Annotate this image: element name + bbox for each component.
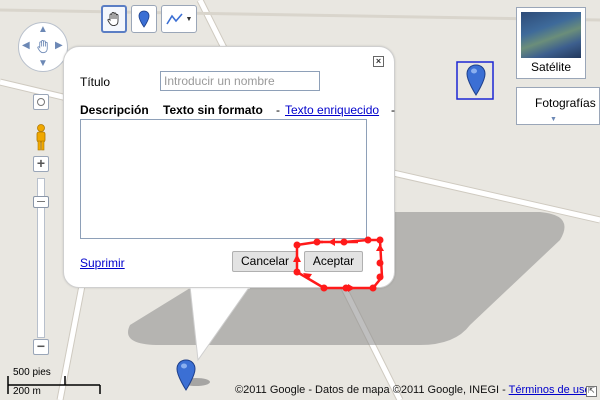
copyright-footer: ©2011 Google - Datos de mapa ©2011 Googl… — [235, 384, 591, 396]
circle-icon — [37, 98, 45, 106]
marker-icon — [138, 10, 150, 28]
rich-text-link[interactable]: Texto enriquecido — [285, 103, 379, 117]
line-tool-button[interactable]: ▼ — [161, 5, 197, 33]
plain-text-option[interactable]: Texto sin formato — [163, 103, 263, 117]
red-highlight-annotation — [293, 236, 384, 292]
description-textarea[interactable] — [80, 119, 367, 239]
pan-left-icon[interactable]: ◀ — [22, 40, 30, 51]
handle-grip — [37, 201, 45, 202]
title-label: Título — [80, 75, 111, 89]
satellite-button[interactable]: Satélite — [516, 7, 586, 79]
reset-view-button[interactable] — [33, 94, 49, 110]
chevron-down-icon[interactable]: ▼ — [550, 116, 557, 123]
scale-bar — [7, 376, 101, 394]
hand-tool-button[interactable] — [101, 5, 127, 33]
delete-link[interactable]: Suprimir — [80, 256, 125, 270]
info-window-tail — [189, 285, 250, 362]
pan-control[interactable]: ▲ ▼ ◀ ▶ — [18, 22, 68, 72]
chevron-down-icon: ▼ — [185, 15, 193, 23]
terms-link[interactable]: Términos de uso — [509, 384, 591, 396]
zoom-out-button[interactable]: − — [33, 339, 49, 355]
hand-icon — [37, 39, 48, 54]
separator: - — [391, 103, 395, 117]
map-marker-icon[interactable] — [466, 64, 486, 96]
satellite-thumbnail — [521, 12, 581, 58]
close-icon[interactable]: × — [373, 56, 384, 67]
description-label: Descripción — [80, 103, 149, 117]
zoom-slider-handle[interactable] — [33, 196, 49, 208]
photos-button[interactable]: Fotografías ▼ — [516, 87, 600, 125]
copyright-text: ©2011 Google - Datos de mapa ©2011 Googl… — [235, 384, 509, 396]
zoom-in-button[interactable]: + — [33, 156, 49, 172]
hand-icon — [107, 12, 119, 27]
pan-down-icon[interactable]: ▼ — [38, 58, 48, 69]
title-input[interactable] — [160, 71, 320, 91]
satellite-label: Satélite — [530, 60, 572, 74]
pan-up-icon[interactable]: ▲ — [38, 24, 48, 35]
marker-tool-button[interactable] — [131, 5, 157, 33]
pan-right-icon[interactable]: ▶ — [55, 40, 63, 51]
photos-label: Fotografías — [535, 96, 596, 110]
pegman-icon[interactable] — [34, 124, 48, 152]
polyline-icon — [165, 13, 183, 25]
resize-corner-icon[interactable]: ⇱ — [586, 386, 597, 397]
separator: - — [276, 103, 280, 117]
